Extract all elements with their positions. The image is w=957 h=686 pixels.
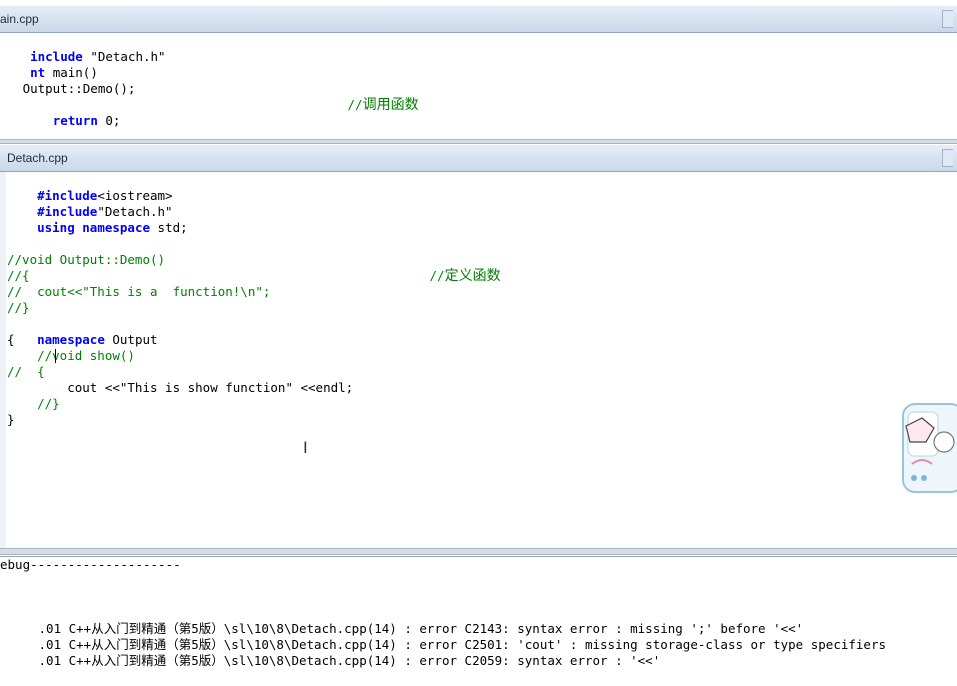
error-line: .01 C++从入门到精通（第5版）\sl\10\8\Detach.cpp(14… [38, 621, 804, 636]
main-cpp-editor[interactable]: include "Detach.h" nt main() Output::Dem… [0, 33, 957, 139]
code-line: cout <<"This is show function" <<endl; [7, 380, 354, 395]
pane-splitter[interactable] [0, 139, 957, 144]
code-comment: //void Output::Demo() [7, 252, 166, 267]
decorative-sticker-icon [902, 403, 957, 493]
code-comment: // cout<<"This is a function!\n"; [7, 284, 271, 299]
code-keyword: return [52, 113, 98, 128]
code-comment: //void show() [7, 348, 135, 363]
call-comment: //调用函数 [347, 97, 419, 113]
code-keyword: using [37, 220, 75, 235]
code-line: } [7, 412, 15, 427]
main-cpp-titlebar[interactable]: ain.cpp [0, 6, 957, 33]
code-comment: //{ [7, 268, 30, 283]
error-line: .01 C++从入门到精通（第5版）\sl\10\8\Detach.cpp(14… [38, 637, 886, 652]
ibeam-cursor-icon: I [303, 438, 308, 457]
detach-cpp-editor[interactable]: #include<iostream> #include"Detach.h" us… [0, 172, 957, 548]
code-keyword: namespace [37, 332, 105, 347]
output-header: ebug-------------------- [0, 557, 181, 572]
window-control-button[interactable] [942, 149, 953, 167]
code-line: Output::Demo(); [0, 81, 136, 96]
code-comment: //} [7, 300, 30, 315]
define-comment: //定义函数 [429, 268, 501, 284]
code-text: main() [45, 65, 98, 80]
window-control-button[interactable] [942, 10, 953, 28]
main-cpp-title: ain.cpp [0, 12, 39, 26]
code-keyword: namespace [82, 220, 151, 235]
error-line: .01 C++从入门到精通（第5版）\sl\10\8\Detach.cpp(14… [38, 653, 661, 668]
detach-cpp-titlebar[interactable]: Detach.cpp [0, 145, 957, 172]
build-output-pane[interactable]: ebug-------------------- .01 C++从入门到精通（第… [0, 556, 957, 669]
code-keyword: nt [30, 65, 46, 80]
code-line: { [7, 332, 15, 347]
editor-gutter [0, 172, 6, 548]
code-text: std; [150, 220, 188, 235]
code-comment: //} [7, 396, 60, 411]
code-text: Output [104, 332, 158, 347]
code-comment: // { [7, 364, 45, 379]
detach-cpp-title: Detach.cpp [7, 151, 68, 165]
output-splitter[interactable] [0, 548, 957, 555]
text-caret [55, 349, 56, 363]
